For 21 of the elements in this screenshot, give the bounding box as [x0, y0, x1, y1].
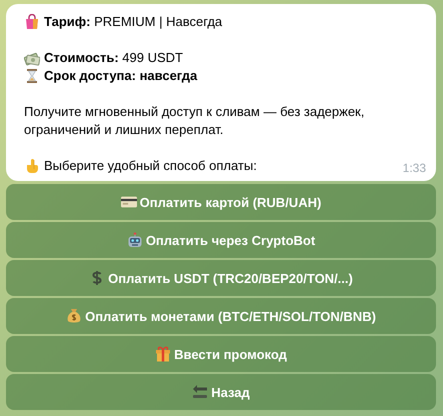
inline-button[interactable]: Ввести промокод [6, 336, 436, 372]
inline-button[interactable]: Назад [6, 374, 436, 410]
message-line: Выберите удобный способ оплаты: [44, 157, 257, 175]
inline-button[interactable]: Оплатить картой (RUB/UAH) [6, 184, 436, 220]
pointing-hand-icon [24, 158, 40, 174]
inline-button[interactable]: Оплатить через CryptoBot [6, 222, 436, 258]
back-arrow-icon [192, 384, 208, 400]
robot-icon [126, 232, 143, 248]
inline-button[interactable]: Оплатить USDT (TRC20/BEP20/TON/...) [6, 260, 436, 296]
money-icon [24, 50, 40, 66]
message-line: Срок доступа: навсегда [44, 67, 198, 85]
message-line: Тариф: PREMIUM | Навсегда [44, 13, 222, 31]
inline-button[interactable]: Оплатить монетами (BTC/ETH/SOL/TON/BNB) [6, 298, 436, 334]
credit-card-icon [120, 194, 137, 210]
message-paragraph: Получите мгновенный доступ к сливам — без задержек, ограничений и лишних переплат. [23, 103, 366, 139]
message-time: 1:33 [402, 161, 426, 175]
hourglass-icon [24, 68, 40, 84]
gift-icon [155, 346, 172, 362]
message-line: Стоимость: 499 USDT [44, 49, 183, 67]
money-bag-icon [66, 308, 82, 324]
shopping-bag-icon [24, 14, 40, 30]
